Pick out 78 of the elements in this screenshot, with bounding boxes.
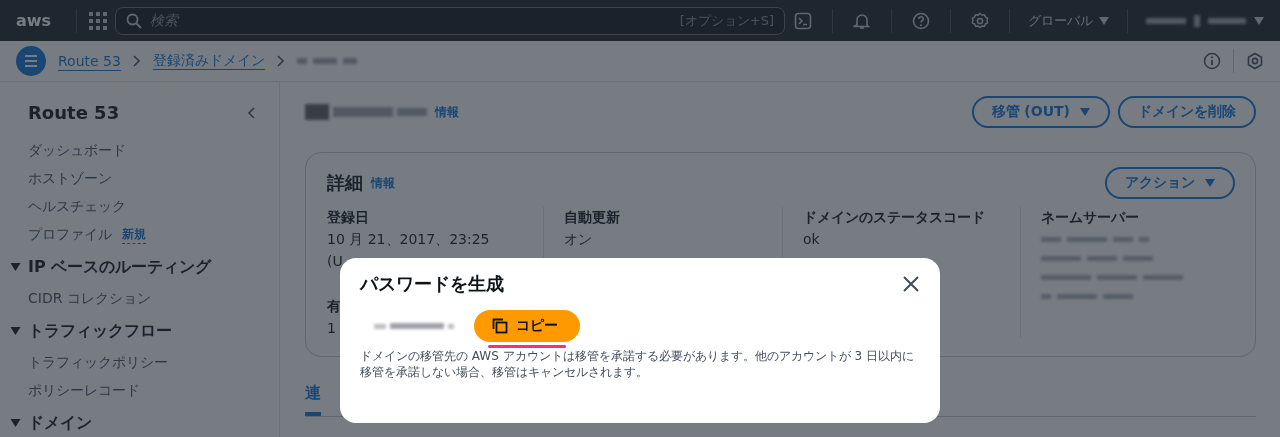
- redacted-text: [305, 104, 329, 120]
- redacted-text: [1146, 17, 1186, 24]
- field-label: 自動更新: [564, 209, 620, 227]
- card-title: 詳細: [327, 171, 363, 195]
- sidebar-section[interactable]: トラフィックフロー: [28, 320, 172, 342]
- actions-dropdown-button[interactable]: アクション: [1105, 167, 1235, 199]
- redacted-text: [312, 58, 337, 64]
- sidebar-link[interactable]: ポリシーレコード: [28, 382, 140, 400]
- sidebar-section[interactable]: IP ベースのルーティング: [28, 256, 212, 278]
- field-label: ネームサーバー: [1041, 209, 1139, 227]
- breadcrumb-link[interactable]: 登録済みドメイン: [152, 52, 265, 70]
- redacted-text: [1087, 256, 1117, 261]
- tab[interactable]: 連: [305, 379, 321, 416]
- info-icon[interactable]: [1203, 52, 1221, 70]
- caret-icon[interactable]: [10, 327, 21, 335]
- sidebar-section[interactable]: ドメイン: [28, 412, 92, 434]
- field-value: 10 月 21、2017、23:25: [327, 231, 490, 249]
- chevron-right-icon: [276, 55, 285, 67]
- redacted-text: [1113, 237, 1133, 242]
- field-label: ドメインのステータスコード: [803, 209, 985, 227]
- close-icon[interactable]: [902, 275, 920, 293]
- redacted-text: [1103, 294, 1133, 299]
- redacted-text: [448, 323, 454, 329]
- chevron-left-icon[interactable]: [247, 106, 255, 119]
- menu-icon[interactable]: [16, 46, 46, 76]
- redacted-text: [1041, 294, 1051, 299]
- sidebar-link[interactable]: プロファイル: [28, 226, 112, 244]
- caret-icon: [1205, 179, 1215, 187]
- delete-button[interactable]: ドメインを削除: [1118, 96, 1256, 128]
- redacted-text: [1067, 237, 1107, 242]
- sidebar-link[interactable]: ヘルスチェック: [28, 198, 126, 216]
- caret-icon[interactable]: [10, 263, 21, 271]
- redacted-text: [1208, 17, 1246, 24]
- redacted-text: [1143, 275, 1183, 280]
- help-icon[interactable]: [912, 11, 930, 30]
- transfer-dropdown-button[interactable]: 移管 (OUT): [971, 96, 1110, 128]
- redacted-text: [1041, 275, 1091, 280]
- redacted-text: [1041, 256, 1081, 261]
- redacted-text: [374, 323, 386, 329]
- sidebar-link[interactable]: トラフィックポリシー: [28, 354, 168, 372]
- field-value: ok: [803, 231, 820, 247]
- settings-icon[interactable]: [971, 11, 989, 30]
- info-link[interactable]: 情報: [371, 174, 395, 192]
- bell-icon[interactable]: [853, 11, 871, 30]
- field-label: 有: [327, 298, 341, 316]
- field-value: (U: [327, 253, 343, 269]
- redacted-text: [342, 58, 357, 64]
- redacted-text: [1123, 256, 1153, 261]
- sidebar-title: Route 53: [28, 102, 120, 123]
- redacted-text: [390, 323, 444, 329]
- redacted-text: [1057, 294, 1097, 299]
- field-label: 登録日: [327, 209, 369, 227]
- redacted-text: [1139, 237, 1149, 242]
- chevron-right-icon: [132, 55, 141, 67]
- sidebar-link[interactable]: ダッシュボード: [28, 142, 126, 160]
- copy-icon: [492, 318, 508, 334]
- aws-logo[interactable]: aws: [16, 11, 50, 30]
- redacted-text: [397, 108, 427, 116]
- redacted-text: [1097, 275, 1137, 280]
- search-icon: [126, 12, 142, 29]
- transfer-notice: ドメインの移管先の AWS アカウントは移管を承諾する必要があります。他のアカウントが 3 日以内に移管を承諾しない場合、移管はキャンセルされます。: [360, 348, 915, 380]
- caret-icon: [1099, 16, 1109, 25]
- new-badge: 新規: [122, 226, 146, 244]
- caret-icon[interactable]: [10, 419, 21, 427]
- field-value: 1: [327, 320, 336, 336]
- redacted-text: [1194, 14, 1200, 27]
- modal-title: パスワードを生成: [360, 272, 504, 296]
- info-link[interactable]: 情報: [435, 103, 459, 121]
- breadcrumb-link[interactable]: Route 53: [58, 53, 121, 69]
- apps-grid-icon[interactable]: [89, 11, 107, 30]
- sidebar-link[interactable]: ホストゾーン: [28, 170, 112, 188]
- redacted-text: [1041, 237, 1061, 242]
- redacted-text: [296, 58, 307, 64]
- hexagon-icon[interactable]: [1246, 52, 1264, 70]
- redacted-text: [333, 107, 393, 117]
- caret-icon: [1254, 16, 1264, 25]
- terminal-icon[interactable]: [794, 11, 812, 30]
- field-value: オン: [564, 231, 592, 249]
